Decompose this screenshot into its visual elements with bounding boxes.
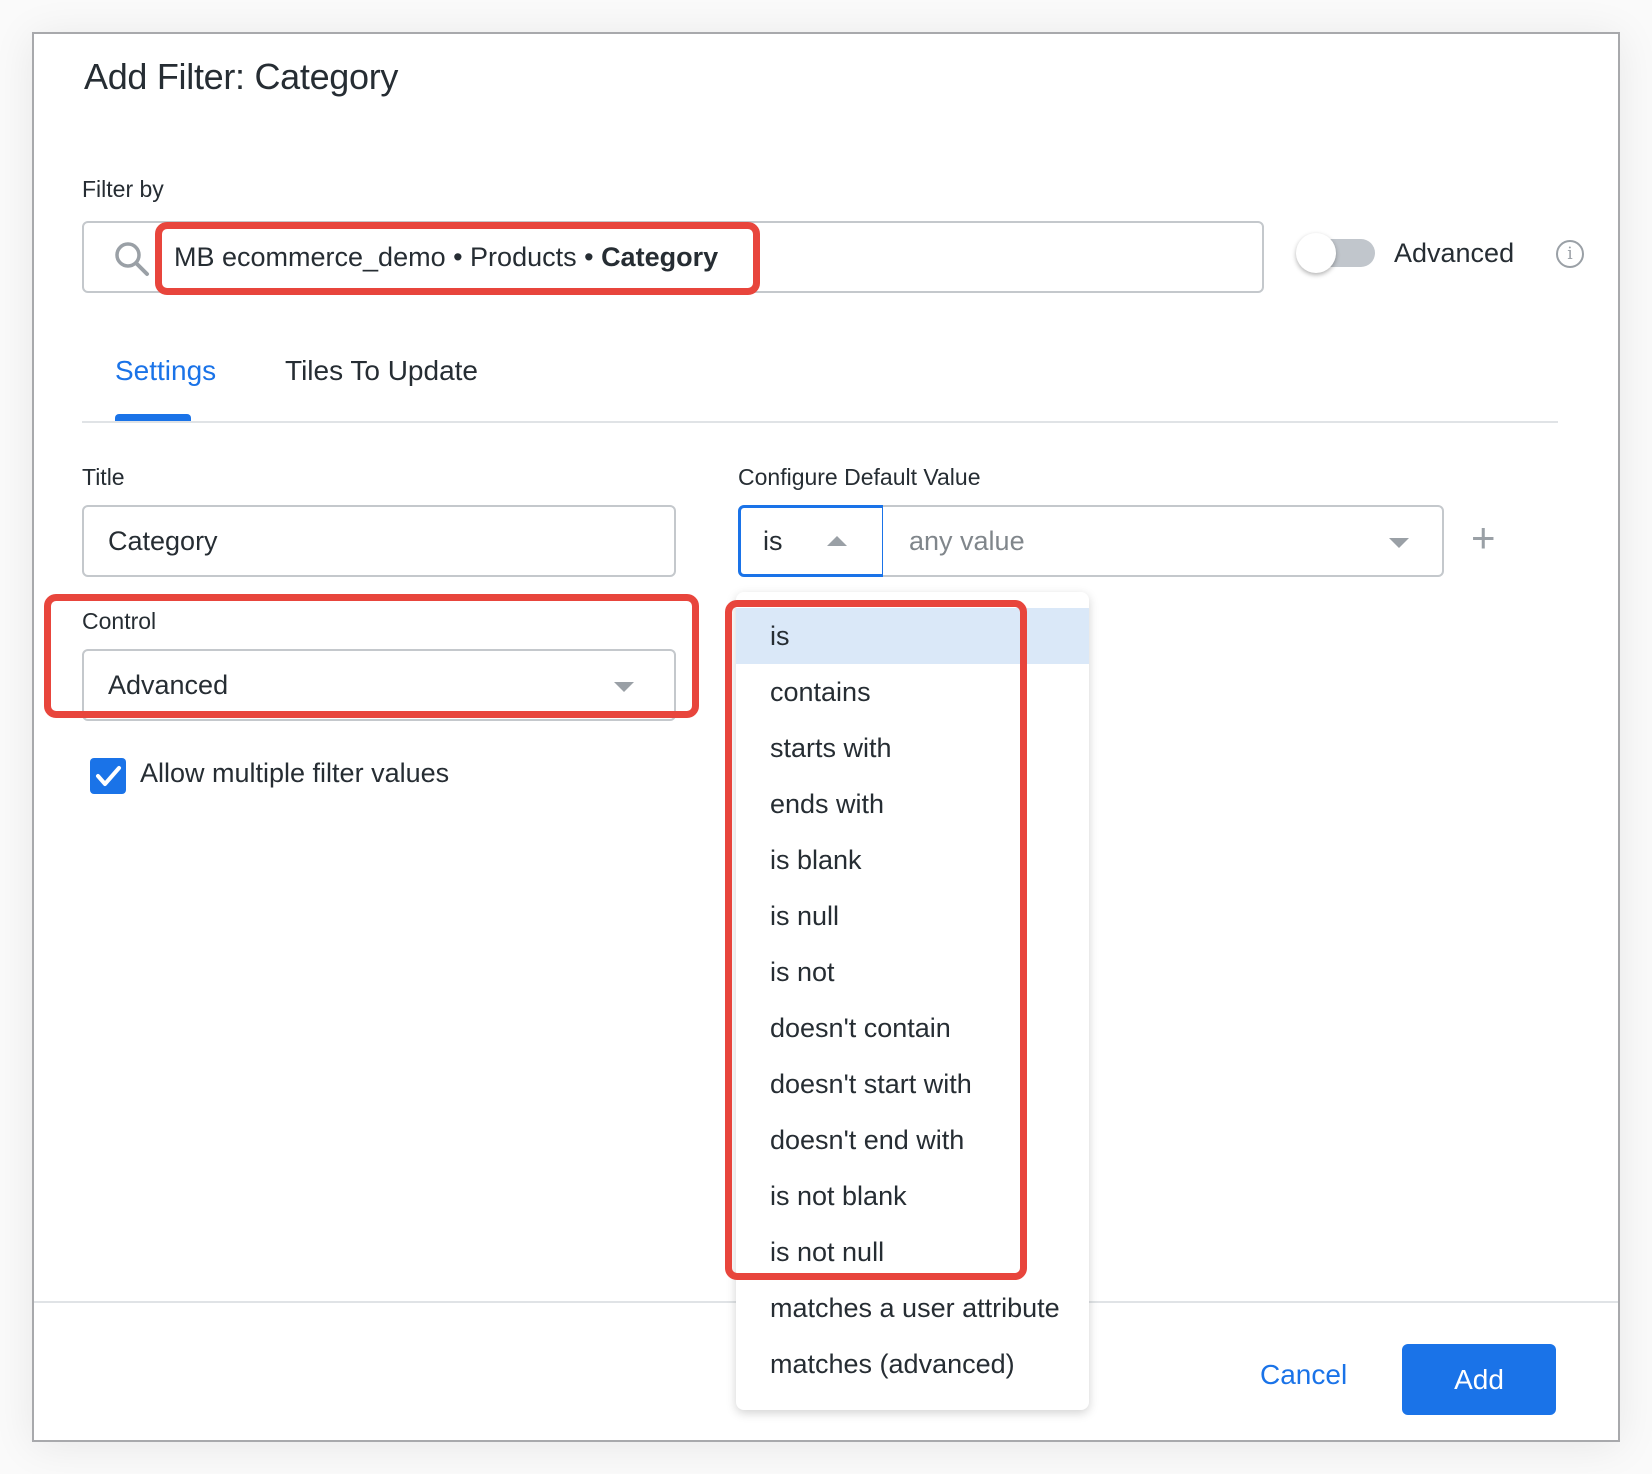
tabs-divider bbox=[82, 421, 1558, 423]
menu-item-is[interactable]: is bbox=[736, 608, 1089, 664]
allow-multiple-label: Allow multiple filter values bbox=[140, 758, 450, 788]
title-input-value: Category bbox=[108, 526, 218, 556]
title-label: Title bbox=[82, 464, 125, 490]
dialog-title: Add Filter: Category bbox=[84, 56, 399, 97]
add-button[interactable]: Add bbox=[1402, 1344, 1556, 1415]
menu-item-is-not-blank[interactable]: is not blank bbox=[736, 1168, 1089, 1224]
menu-item-doesnt-end-with[interactable]: doesn't end with bbox=[736, 1112, 1089, 1168]
advanced-toggle-knob[interactable] bbox=[1296, 233, 1336, 273]
add-filter-dialog: Add Filter: Category Filter by MB ecomme… bbox=[32, 32, 1620, 1442]
menu-item-doesnt-start-with[interactable]: doesn't start with bbox=[736, 1056, 1089, 1112]
filter-by-label: Filter by bbox=[82, 176, 164, 202]
menu-item-starts-with[interactable]: starts with bbox=[736, 720, 1089, 776]
menu-item-is-not-null[interactable]: is not null bbox=[736, 1224, 1089, 1280]
allow-multiple-checkbox[interactable] bbox=[90, 758, 126, 794]
menu-item-is-null[interactable]: is null bbox=[736, 888, 1089, 944]
menu-item-is-not[interactable]: is not bbox=[736, 944, 1089, 1000]
menu-item-contains[interactable]: contains bbox=[736, 664, 1089, 720]
chevron-down-icon bbox=[1389, 538, 1409, 548]
search-icon bbox=[115, 242, 149, 276]
tab-settings[interactable]: Settings bbox=[115, 355, 216, 387]
active-tab-indicator bbox=[115, 414, 191, 421]
default-value-label: Configure Default Value bbox=[738, 464, 981, 490]
filter-by-path: MB ecommerce_demo • Products • bbox=[174, 242, 602, 272]
default-value-placeholder: any value bbox=[909, 526, 1025, 556]
cancel-button[interactable]: Cancel bbox=[1260, 1359, 1347, 1391]
chevron-down-icon bbox=[614, 682, 634, 692]
plus-icon[interactable]: + bbox=[1471, 517, 1496, 559]
menu-item-is-blank[interactable]: is blank bbox=[736, 832, 1089, 888]
menu-item-ends-with[interactable]: ends with bbox=[736, 776, 1089, 832]
filter-by-field: Category bbox=[601, 242, 719, 272]
operator-select[interactable]: is bbox=[738, 505, 885, 577]
checkmark-icon bbox=[96, 766, 121, 786]
title-input[interactable]: Category bbox=[82, 505, 676, 577]
tab-tiles-to-update[interactable]: Tiles To Update bbox=[285, 355, 478, 387]
chevron-up-icon bbox=[827, 536, 847, 546]
control-label: Control bbox=[82, 608, 157, 634]
control-select-value: Advanced bbox=[108, 670, 229, 700]
menu-item-matches-user-attribute[interactable]: matches a user attribute bbox=[736, 1280, 1089, 1336]
control-select[interactable]: Advanced bbox=[82, 649, 676, 721]
advanced-toggle-label: Advanced bbox=[1394, 238, 1515, 268]
menu-item-doesnt-contain[interactable]: doesn't contain bbox=[736, 1000, 1089, 1056]
operator-select-value: is bbox=[763, 526, 783, 556]
default-value-select[interactable]: any value bbox=[883, 505, 1444, 577]
info-icon[interactable]: i bbox=[1556, 240, 1584, 268]
operator-dropdown-menu: is contains starts with ends with is bla… bbox=[736, 592, 1089, 1410]
menu-item-matches-advanced[interactable]: matches (advanced) bbox=[736, 1336, 1089, 1392]
filter-by-value: MB ecommerce_demo • Products • Category bbox=[174, 242, 718, 273]
